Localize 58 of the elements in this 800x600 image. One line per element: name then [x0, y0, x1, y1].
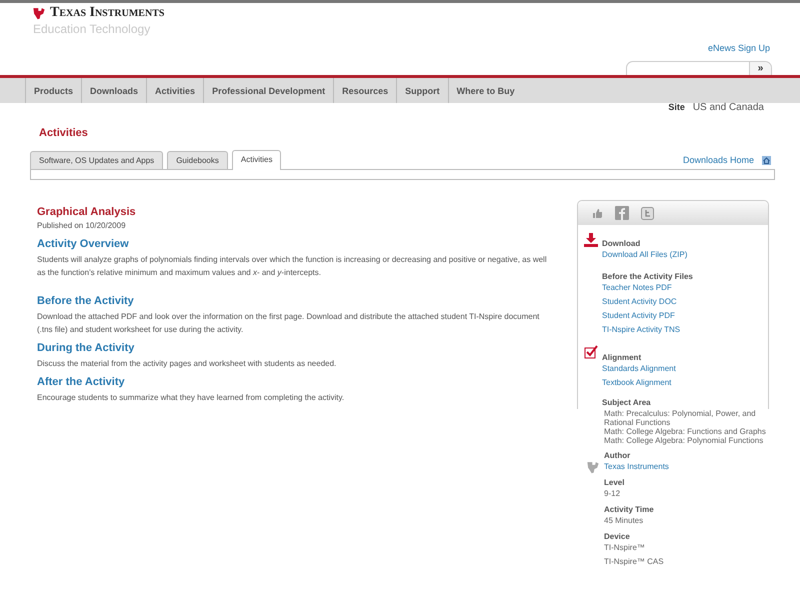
alignment-heading: Alignment: [602, 353, 642, 362]
file-link[interactable]: Student Activity PDF: [602, 309, 693, 323]
site-region[interactable]: US and Canada: [692, 102, 764, 113]
detail-value: 45 Minutes: [604, 515, 644, 527]
section-heading: Activity Overview: [37, 238, 130, 250]
files-heading: Before the Activity Files: [602, 272, 693, 281]
subject-line: Math: Precalculus: Polynomial, Power, and Rational Functions: [604, 409, 757, 427]
section-heading: Before the Activity: [37, 295, 135, 307]
subject-line: Math: College Algebra: Functions and Graphs: [604, 427, 767, 436]
tab[interactable]: Activities: [232, 150, 282, 170]
home-icon[interactable]: [762, 156, 771, 164]
section-text: Students will analyze graphs of polynomials finding intervals over which the function is increasing or decreasing and positive or negative, as well as the function’s relative minimum and maximum values and x- and y-intercepts.: [37, 254, 547, 279]
twitter-icon[interactable]: [641, 206, 654, 220]
logo-icon: [32, 6, 46, 20]
detail-value: TI-Nspire™: [604, 542, 646, 554]
tab[interactable]: Software, OS Updates and Apps: [30, 151, 164, 169]
activity-title: Graphical Analysis: [37, 206, 137, 218]
nav-item[interactable]: Activities: [146, 78, 204, 103]
brand-name[interactable]: Texas Instruments: [50, 5, 164, 21]
download-heading: Download: [602, 239, 642, 248]
detail-value: 9-12: [604, 488, 622, 500]
search-button[interactable]: »: [749, 62, 771, 75]
thumbs-up-icon[interactable]: [592, 208, 603, 218]
nav-item[interactable]: Where to Buy: [448, 78, 523, 103]
checkbox-tick-icon: [584, 345, 598, 359]
publish-date: Published on 10/20/2009: [37, 220, 127, 232]
author-link[interactable]: Texas Instruments: [604, 460, 669, 474]
enews-link[interactable]: eNews Sign Up: [708, 43, 770, 53]
facebook-icon[interactable]: [615, 206, 629, 220]
page-title: Activities: [39, 127, 89, 139]
file-link[interactable]: TI-Nspire Activity TNS: [602, 323, 693, 337]
file-link[interactable]: Student Activity DOC: [602, 295, 693, 309]
downloads-home-link[interactable]: Downloads Home: [682, 155, 754, 165]
section-text: Discuss the material from the activity pages and worksheet with students as needed.: [37, 358, 338, 370]
section-text: Encourage students to summarize what they have learned from completing the activity.: [37, 392, 346, 404]
alignment-link[interactable]: Textbook Alignment: [602, 376, 676, 390]
detail-heading: Level: [604, 478, 626, 487]
detail-heading: Device: [604, 532, 631, 541]
nav-item[interactable]: Professional Development: [203, 78, 334, 103]
section-text: Download the attached PDF and look over the information on the first page. Download and distribute the attached student TI-Nspire document (.tns file) and student worksheet for use during the activity.: [37, 311, 540, 336]
section-heading: During the Activity: [37, 342, 136, 354]
site-label: Site: [668, 102, 685, 113]
download-link[interactable]: Download All Files (ZIP): [602, 248, 693, 262]
nav-item[interactable]: Downloads: [81, 78, 146, 103]
author-heading: Author: [604, 451, 632, 460]
section-heading: After the Activity: [37, 376, 126, 388]
nav-item[interactable]: Resources: [333, 78, 396, 103]
logo-icon: [586, 460, 600, 474]
detail-value: TI-Nspire™ CAS: [604, 556, 665, 568]
download-icon: [584, 233, 598, 247]
subject-area-heading: Subject Area: [602, 398, 652, 407]
detail-heading: Activity Time: [604, 505, 655, 514]
nav-item[interactable]: Support: [396, 78, 448, 103]
nav-item[interactable]: Products: [25, 78, 82, 103]
file-link[interactable]: Teacher Notes PDF: [602, 281, 693, 295]
tab[interactable]: Guidebooks: [167, 151, 228, 169]
alignment-link[interactable]: Standards Alignment: [602, 362, 676, 376]
subject-line: Math: College Algebra: Polynomial Functions: [604, 436, 764, 445]
